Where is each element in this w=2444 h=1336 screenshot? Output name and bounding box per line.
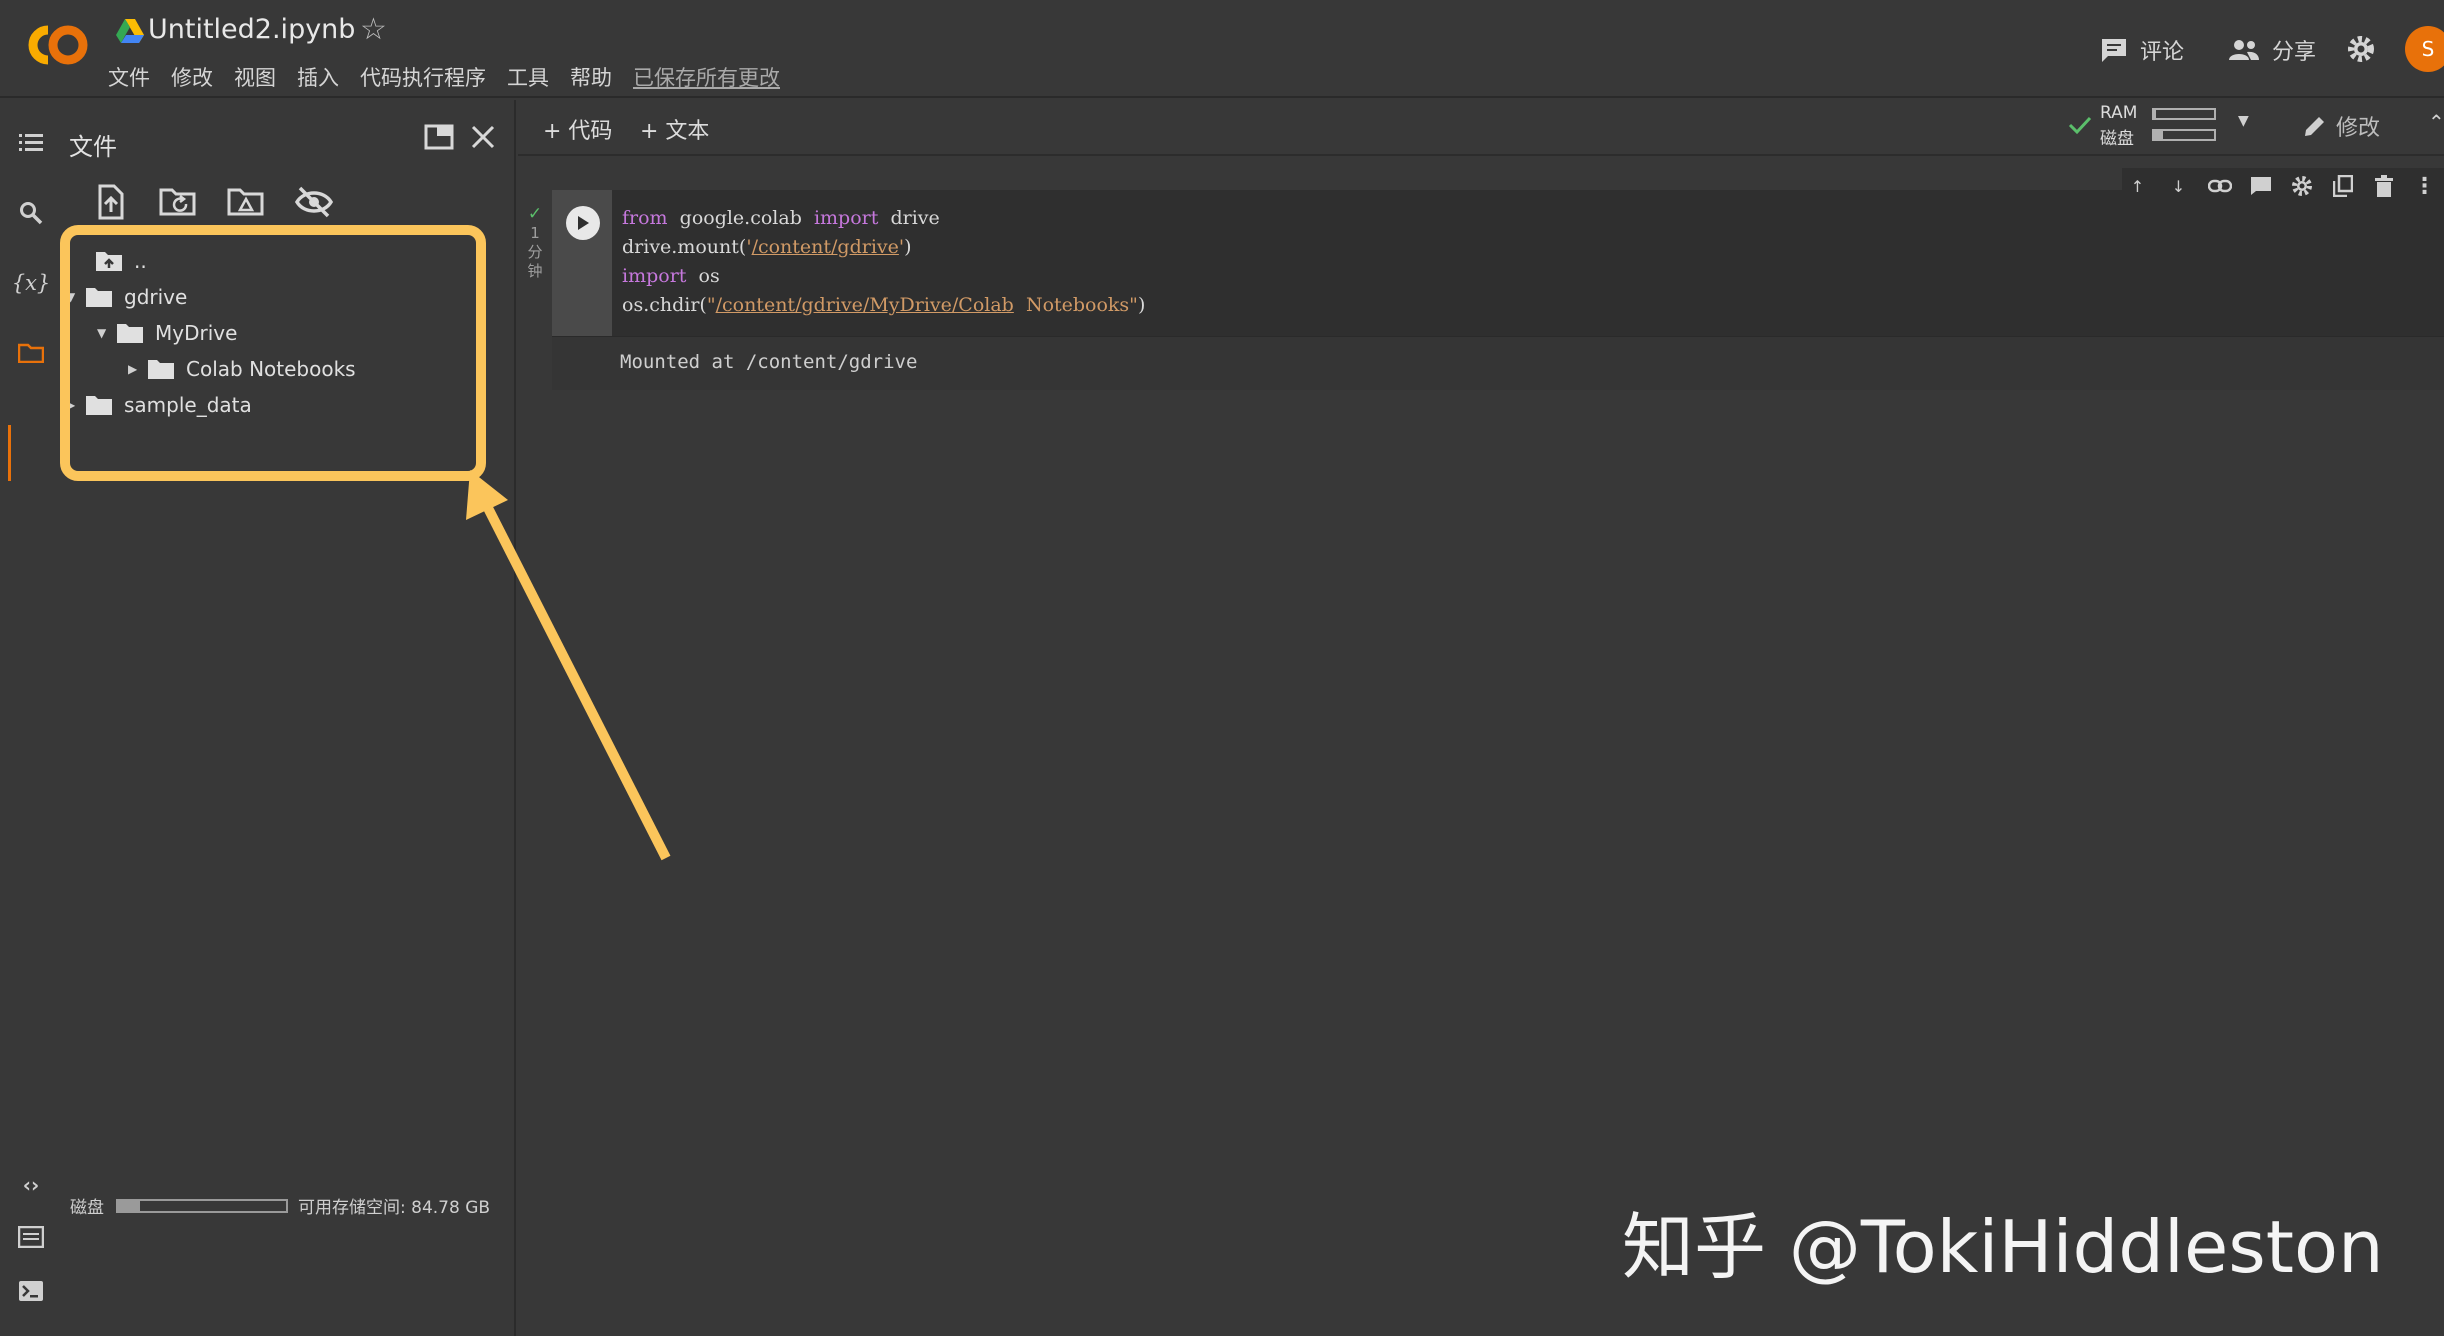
variables-icon[interactable]: {x} (12, 268, 51, 298)
menu-help[interactable]: 帮助 (570, 62, 612, 92)
cell-output: Mounted at /content/gdrive (552, 336, 2444, 390)
share-button[interactable]: 分享 (2228, 34, 2316, 66)
share-label: 分享 (2272, 40, 2317, 65)
star-icon[interactable]: ☆ (360, 12, 387, 47)
available-storage: 可用存储空间: 84.78 GB (298, 1198, 491, 1218)
code-line-2: drive.mount('/content/gdrive') (622, 236, 912, 258)
code-line-3: import os (622, 265, 720, 287)
dropdown-icon[interactable]: ▼ (2238, 113, 2249, 129)
people-icon (2229, 40, 2259, 60)
code-line-1: from google.colab import drive (622, 207, 940, 229)
collapse-header-icon[interactable]: ⌃ (2428, 110, 2444, 134)
run-button[interactable] (566, 206, 600, 240)
cell-gutter (552, 190, 612, 336)
menu-bar: 文件 修改 视图 插入 代码执行程序 工具 帮助 已保存所有更改 (108, 62, 801, 92)
mount-drive-icon[interactable] (226, 182, 266, 222)
edit-label: 修改 (2336, 116, 2381, 141)
highlight-box (60, 225, 486, 481)
active-tab-indicator (8, 425, 11, 481)
gear-icon[interactable] (2286, 171, 2317, 201)
add-text-button[interactable]: + 文本 (640, 113, 709, 145)
play-icon (578, 216, 589, 230)
avatar[interactable]: S (2405, 26, 2444, 72)
move-down-icon[interactable]: ↓ (2163, 171, 2194, 201)
more-options-icon[interactable]: ⋮ (2409, 171, 2440, 201)
disk-usage-footer: 磁盘 可用存储空间: 84.78 GB (70, 1193, 490, 1218)
menu-insert[interactable]: 插入 (297, 62, 339, 92)
add-code-button[interactable]: + 代码 (543, 113, 612, 145)
edit-button[interactable]: 修改 (2302, 110, 2380, 142)
disk-label: 磁盘 (70, 1198, 104, 1218)
menu-tools[interactable]: 工具 (507, 62, 549, 92)
menu-file[interactable]: 文件 (108, 62, 150, 92)
menu-edit[interactable]: 修改 (171, 62, 213, 92)
folder-icon[interactable] (16, 338, 46, 368)
check-icon (2068, 116, 2092, 135)
ram-meter (2152, 108, 2216, 120)
output-text: Mounted at /content/gdrive (620, 351, 918, 373)
ram-fill (2154, 110, 2156, 118)
link-icon[interactable] (2204, 171, 2235, 201)
ram-label: RAM (2100, 103, 2138, 123)
execution-status: ✓ 1 分 钟 (520, 205, 550, 281)
menu-view[interactable]: 视图 (234, 62, 276, 92)
terminal-icon[interactable] (16, 1276, 46, 1306)
move-up-icon[interactable]: ↑ (2122, 171, 2153, 201)
comment-icon (2102, 39, 2126, 62)
watermark: 知乎 @TokiHiddleston (1622, 1205, 2384, 1289)
close-icon[interactable] (470, 124, 496, 150)
notebook-title[interactable]: Untitled2.ipynb (148, 14, 355, 45)
search-icon[interactable] (16, 198, 46, 228)
toc-icon[interactable] (16, 128, 46, 158)
disk-meter (2152, 129, 2216, 141)
disk-meter-fill (2154, 131, 2163, 139)
hidden-files-icon[interactable] (294, 182, 334, 222)
code-cell[interactable]: from google.colab import drive drive.mou… (552, 190, 2444, 390)
menu-runtime[interactable]: 代码执行程序 (360, 62, 486, 92)
check-icon: ✓ (527, 204, 543, 224)
saved-status[interactable]: 已保存所有更改 (633, 62, 780, 92)
comment-label: 评论 (2140, 40, 2185, 65)
open-in-tab-icon[interactable] (424, 124, 454, 150)
resource-monitor[interactable]: RAM 磁盘 ▼ (2068, 103, 2249, 149)
cell-toolbar: ↑ ↓ ⋮ (2122, 168, 2444, 204)
left-rail: {x} ‹› (0, 100, 60, 1336)
code-line-4: os.chdir("/content/gdrive/MyDrive/Colab … (622, 294, 1146, 316)
mirror-cell-icon[interactable] (2327, 171, 2358, 201)
disk-usage-bar (116, 1198, 288, 1213)
comment-icon[interactable] (2245, 171, 2276, 201)
refresh-folder-icon[interactable] (158, 182, 198, 222)
comment-button[interactable]: 评论 (2100, 34, 2184, 66)
upload-file-icon[interactable] (90, 182, 130, 222)
pencil-icon (2305, 117, 2324, 136)
panel-title: 文件 (69, 133, 117, 161)
header: Untitled2.ipynb ☆ 文件 修改 视图 插入 代码执行程序 工具 … (0, 0, 2444, 98)
drive-icon (116, 19, 144, 43)
code-snippets-icon[interactable]: ‹› (16, 1170, 46, 1200)
code-editor[interactable]: from google.colab import drive drive.mou… (622, 204, 1145, 320)
delete-icon[interactable] (2368, 171, 2399, 201)
colab-logo[interactable] (18, 18, 92, 72)
gear-icon[interactable] (2346, 34, 2376, 64)
disk-label: 磁盘 (2100, 129, 2134, 149)
exec-time: 1 分 钟 (527, 224, 543, 280)
disk-usage-fill (118, 1200, 140, 1211)
command-palette-icon[interactable] (16, 1222, 46, 1252)
